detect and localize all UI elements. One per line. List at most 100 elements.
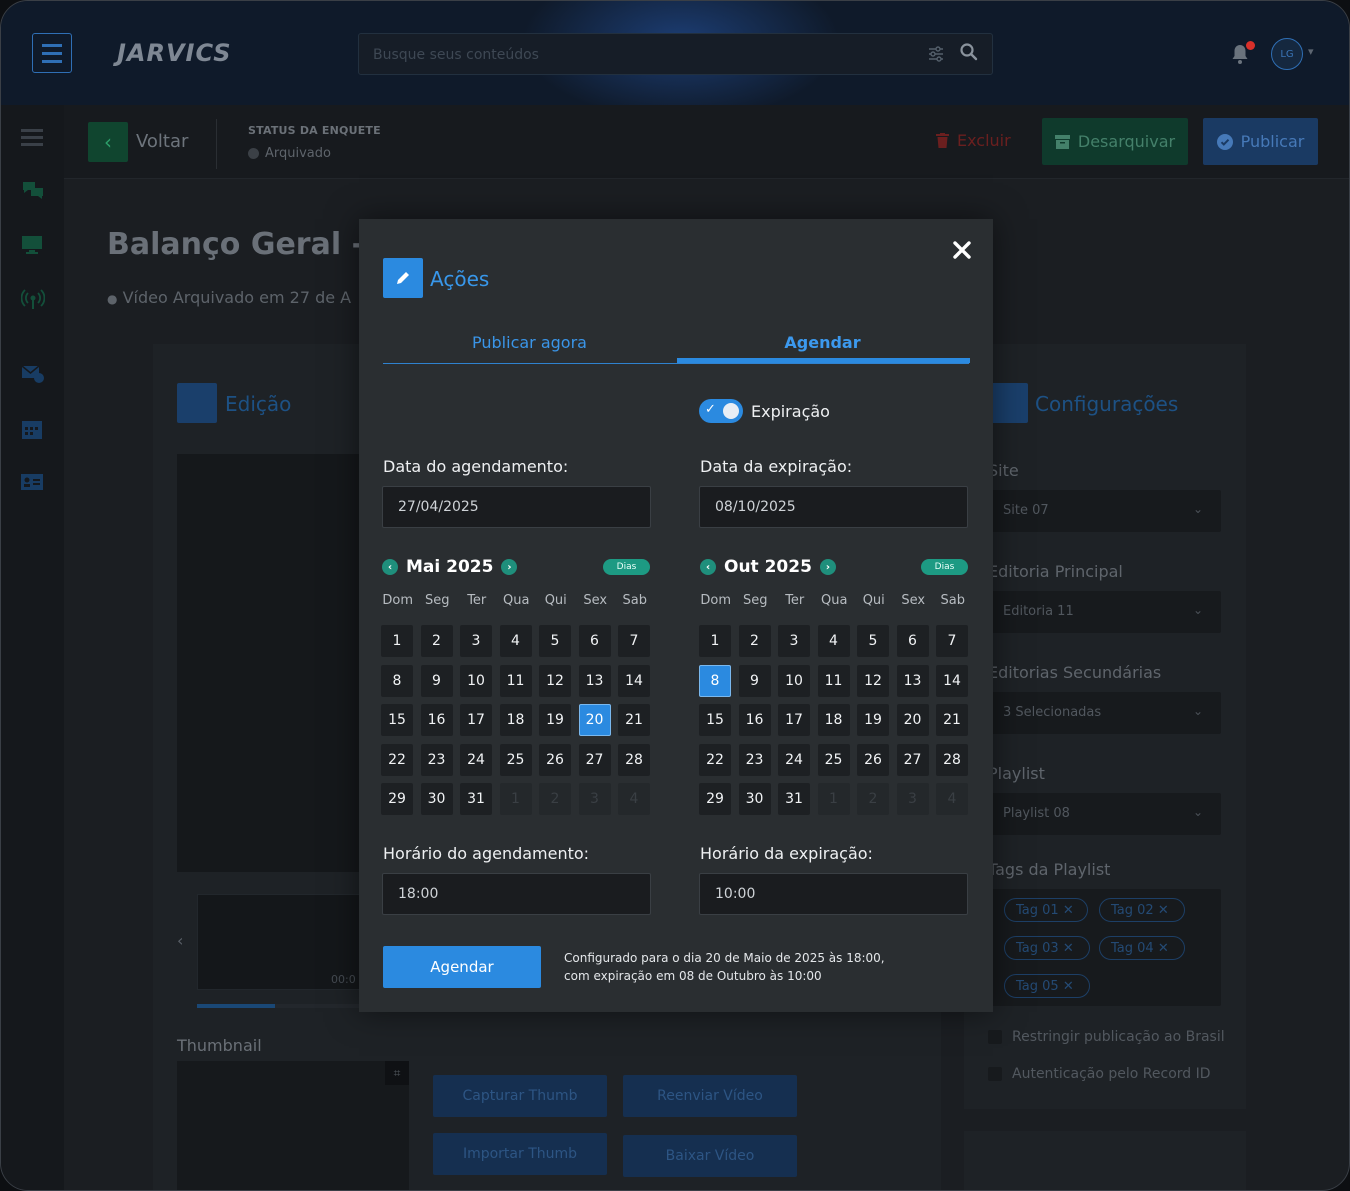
publish-button[interactable]: Publicar xyxy=(1203,118,1318,165)
calendar-day[interactable]: 17 xyxy=(778,704,810,736)
expiration-toggle[interactable]: ✓ xyxy=(699,399,743,423)
calendar-icon[interactable] xyxy=(21,418,45,440)
calendar-day[interactable]: 23 xyxy=(420,743,453,776)
calendar-day[interactable]: 21 xyxy=(936,704,968,736)
tag-chip[interactable]: Tag 01 ✕ xyxy=(1004,898,1088,922)
calendar-day[interactable]: 29 xyxy=(699,783,731,815)
calendar-day[interactable]: 29 xyxy=(381,783,413,815)
calendar-day[interactable]: 7 xyxy=(936,625,968,657)
calendar-day[interactable]: 28 xyxy=(936,743,968,776)
calendar-day[interactable]: 22 xyxy=(699,743,731,776)
calendar-day[interactable]: 31 xyxy=(460,783,492,815)
tag-chip[interactable]: Tag 02 ✕ xyxy=(1099,898,1185,922)
calendar-day[interactable]: 25 xyxy=(817,743,850,776)
search-icon[interactable] xyxy=(959,42,979,62)
calendar-day[interactable]: 18 xyxy=(817,704,850,736)
close-icon[interactable] xyxy=(951,239,973,261)
calendar-day[interactable]: 28 xyxy=(618,743,650,776)
crop-icon[interactable]: ⌗ xyxy=(385,1061,409,1085)
calendar-day[interactable]: 14 xyxy=(618,664,650,697)
calendar-day[interactable]: 19 xyxy=(857,704,889,736)
calendar-day[interactable]: 30 xyxy=(738,783,771,815)
chat-icon[interactable] xyxy=(21,179,45,201)
calendar-day[interactable]: 2 xyxy=(420,625,453,657)
download-video-button[interactable]: Baixar Vídeo xyxy=(623,1135,797,1177)
schedule-date-field[interactable] xyxy=(382,486,651,528)
calendar-day[interactable]: 30 xyxy=(420,783,453,815)
search-input[interactable] xyxy=(373,44,893,66)
calendar-day[interactable]: 22 xyxy=(381,743,413,776)
back-label[interactable]: Voltar xyxy=(136,131,188,152)
calendar-day[interactable]: 10 xyxy=(460,664,492,697)
tab-schedule[interactable]: Agendar xyxy=(676,333,969,352)
mail-check-icon[interactable] xyxy=(21,363,45,385)
calendar-day[interactable]: 1 xyxy=(381,625,413,657)
calendar-day[interactable]: 6 xyxy=(578,625,611,657)
calendar-day[interactable]: 11 xyxy=(499,664,532,697)
chevron-left-icon[interactable]: ‹ xyxy=(177,931,183,950)
calendar-day[interactable]: 13 xyxy=(578,664,611,697)
calendar-day[interactable]: 23 xyxy=(738,743,771,776)
calendar-day[interactable]: 4 xyxy=(499,625,532,657)
calendar-day[interactable]: 18 xyxy=(499,704,532,736)
capture-thumb-button[interactable]: Capturar Thumb xyxy=(433,1075,607,1117)
tag-chip[interactable]: Tag 04 ✕ xyxy=(1099,936,1185,960)
calendar-day[interactable]: 24 xyxy=(460,743,492,776)
calendar-day[interactable]: 10 xyxy=(778,664,810,697)
calendar-day[interactable]: 25 xyxy=(499,743,532,776)
restrict-brazil-checkbox[interactable]: Restringir publicação ao Brasil xyxy=(988,1029,1225,1045)
monitor-icon[interactable] xyxy=(21,235,45,257)
calendar-day[interactable]: 16 xyxy=(420,704,453,736)
back-button[interactable]: ‹ xyxy=(88,122,128,162)
calendar-day[interactable]: 26 xyxy=(857,743,889,776)
calendar-day[interactable]: 3 xyxy=(460,625,492,657)
calendar-day[interactable]: 3 xyxy=(778,625,810,657)
expiry-time-field[interactable] xyxy=(699,873,968,915)
record-id-auth-checkbox[interactable]: Autenticação pelo Record ID xyxy=(988,1066,1211,1082)
secondary-editorias-select[interactable]: 3 Selecionadas ⌄ xyxy=(988,692,1221,734)
calendar-day[interactable]: 21 xyxy=(618,704,650,736)
calendar-day[interactable]: 19 xyxy=(539,704,571,736)
calendar-day[interactable]: 16 xyxy=(738,704,771,736)
tag-chip[interactable]: Tag 05 ✕ xyxy=(1004,974,1090,998)
tab-publish-now[interactable]: Publicar agora xyxy=(383,333,676,352)
avatar[interactable]: LG xyxy=(1271,38,1303,70)
list-icon[interactable] xyxy=(21,129,45,151)
calendar-day[interactable]: 17 xyxy=(460,704,492,736)
calendar-day[interactable]: 27 xyxy=(578,743,611,776)
playlist-select[interactable]: Playlist 08 ⌄ xyxy=(988,793,1221,835)
calendar-day[interactable]: 31 xyxy=(778,783,810,815)
calendar-day[interactable]: 20 xyxy=(578,704,611,736)
id-card-icon[interactable] xyxy=(21,473,45,495)
broadcast-icon[interactable] xyxy=(20,289,46,311)
calendar-day[interactable]: 9 xyxy=(420,664,453,697)
tag-chip[interactable]: Tag 03 ✕ xyxy=(1004,936,1090,960)
calendar-day[interactable]: 8 xyxy=(381,664,413,697)
schedule-time-field[interactable] xyxy=(382,873,651,915)
chevron-right-icon[interactable]: › xyxy=(501,559,518,575)
hamburger-menu-button[interactable] xyxy=(32,33,72,73)
calendar-day[interactable]: 12 xyxy=(539,664,571,697)
calendar-day[interactable]: 15 xyxy=(381,704,413,736)
filter-icon[interactable] xyxy=(927,45,945,63)
calendar-day[interactable]: 27 xyxy=(896,743,929,776)
calendar-day[interactable]: 11 xyxy=(817,664,850,697)
days-badge[interactable]: Dias xyxy=(603,559,650,575)
chevron-left-icon[interactable]: ‹ xyxy=(382,559,398,575)
calendar-day[interactable]: 8 xyxy=(699,664,731,697)
calendar-day[interactable]: 1 xyxy=(699,625,731,657)
calendar-day[interactable]: 20 xyxy=(896,704,929,736)
site-select[interactable]: Site 07 ⌄ xyxy=(988,490,1221,532)
calendar-day[interactable]: 5 xyxy=(857,625,889,657)
delete-button[interactable]: Excluir xyxy=(936,131,1011,150)
calendar-day[interactable]: 12 xyxy=(857,664,889,697)
calendar-day[interactable]: 5 xyxy=(539,625,571,657)
chevron-left-icon[interactable]: ‹ xyxy=(700,559,716,575)
editoria-select[interactable]: Editoria 11 ⌄ xyxy=(988,591,1221,633)
chevron-right-icon[interactable]: › xyxy=(819,559,836,575)
calendar-day[interactable]: 15 xyxy=(699,704,731,736)
calendar-day[interactable]: 13 xyxy=(896,664,929,697)
calendar-day[interactable]: 14 xyxy=(936,664,968,697)
expiry-date-field[interactable] xyxy=(699,486,968,528)
unarchive-button[interactable]: Desarquivar xyxy=(1042,118,1188,165)
